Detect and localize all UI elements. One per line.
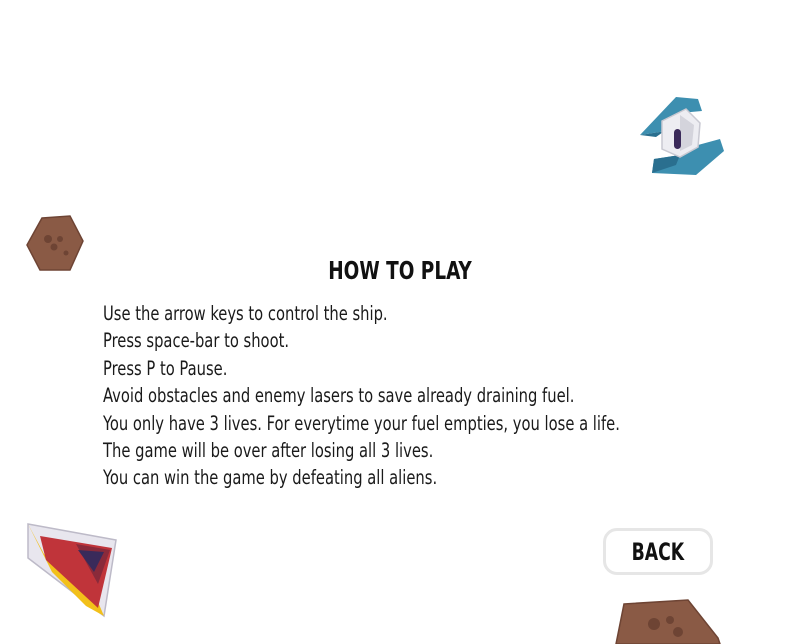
instruction-line: You can win the game by defeating all al… xyxy=(103,466,438,490)
instruction-line: You only have 3 lives. For everytime you… xyxy=(103,411,620,435)
instruction-line: Press space-bar to shoot. xyxy=(103,329,290,353)
page-title: HOW TO PLAY xyxy=(328,256,472,285)
back-button-label: BACK xyxy=(631,537,685,566)
instruction-line: Press P to Pause. xyxy=(103,356,228,380)
alien-ship-icon xyxy=(640,97,724,175)
player-ship-icon xyxy=(27,523,117,618)
how-to-play-screen: HOW TO PLAY Use the arrow keys to contro… xyxy=(0,0,800,644)
instruction-line: Avoid obstacles and enemy lasers to save… xyxy=(103,384,575,408)
instruction-line: The game will be over after losing all 3… xyxy=(103,438,434,462)
instruction-line: Use the arrow keys to control the ship. xyxy=(103,302,388,325)
asteroid-large-icon xyxy=(615,599,721,644)
instructions-list: Use the arrow keys to control the ship. … xyxy=(103,300,620,492)
back-button[interactable]: BACK xyxy=(603,528,713,575)
